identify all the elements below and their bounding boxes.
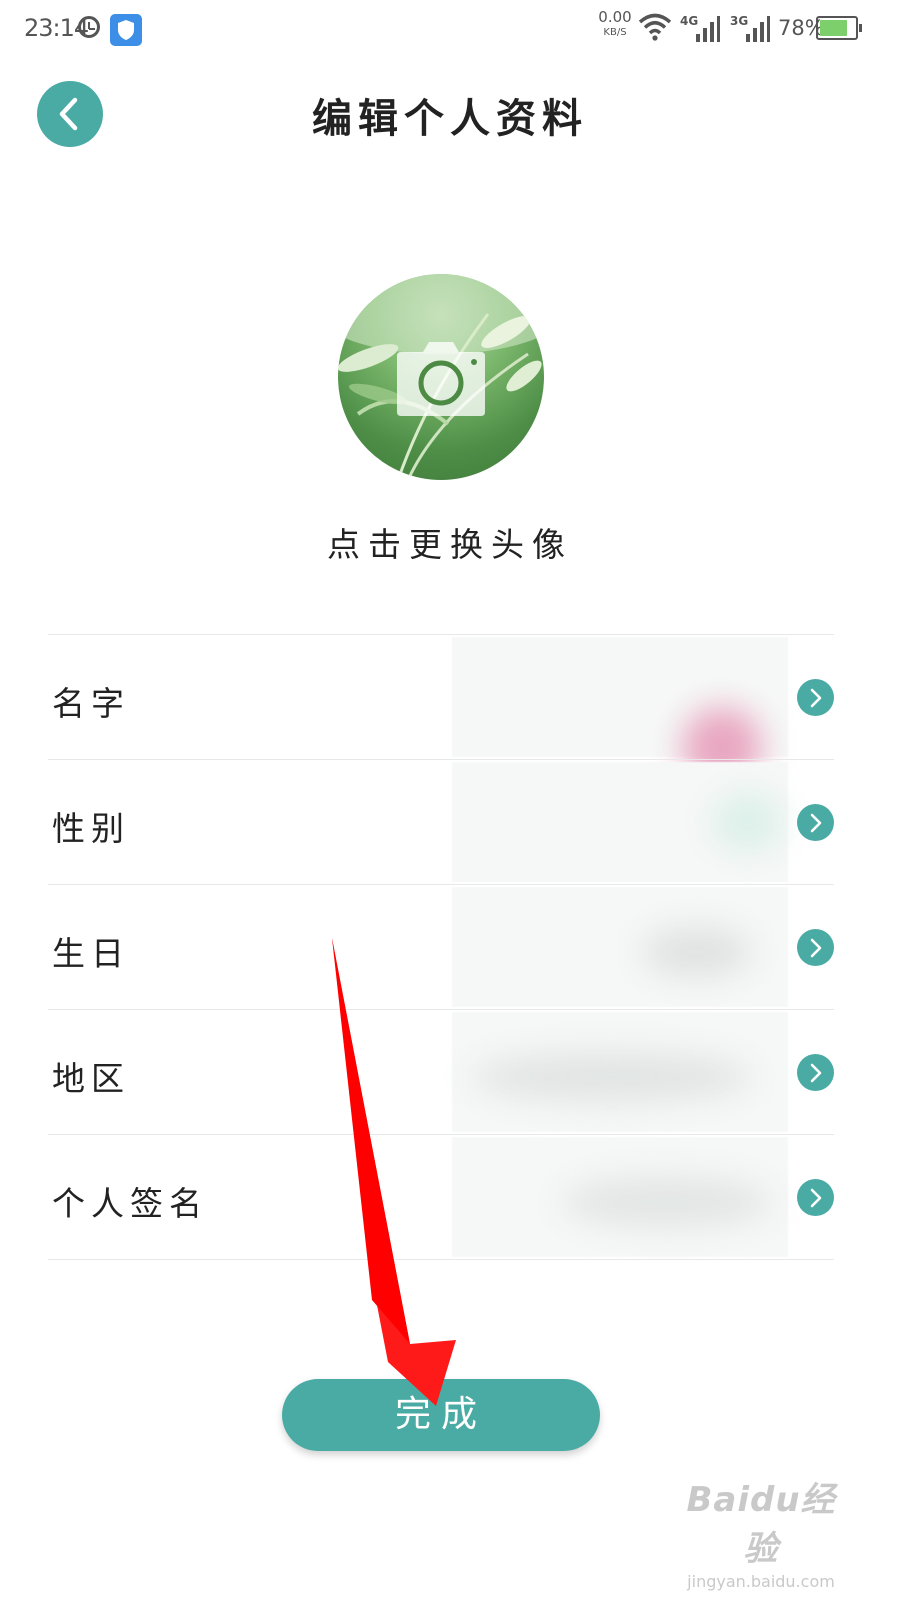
camera-icon — [397, 342, 485, 416]
row-label: 生日 — [52, 934, 130, 973]
row-label: 个人签名 — [52, 1184, 208, 1223]
wifi-icon — [638, 12, 672, 46]
chevron-right-icon[interactable] — [797, 804, 834, 841]
signal-icon: 3G — [730, 12, 770, 48]
page-title: 编辑个人资料 — [312, 96, 588, 142]
chevron-right-icon[interactable] — [797, 679, 834, 716]
shield-icon — [110, 14, 142, 46]
profile-row-birthday[interactable]: 生日 — [48, 884, 834, 1009]
battery-icon — [816, 16, 862, 40]
blurred-value — [452, 887, 788, 1007]
chevron-right-icon[interactable] — [797, 1054, 834, 1091]
done-button[interactable]: 完成 — [282, 1379, 600, 1451]
watermark-logo: Baidu经验 — [686, 1480, 836, 1569]
profile-row-name[interactable]: 名字 — [48, 634, 834, 787]
watermark-url: jingyan.baidu.com — [687, 1572, 835, 1591]
chevron-right-icon[interactable] — [797, 929, 834, 966]
blurred-value — [452, 762, 788, 882]
blurred-value — [452, 1012, 788, 1132]
row-label: 名字 — [52, 684, 130, 723]
blurred-value — [452, 637, 788, 787]
profile-row-region[interactable]: 地区 — [48, 1009, 834, 1134]
signal-icon: 4G — [680, 12, 720, 48]
battery-fill — [820, 20, 847, 36]
row-label: 地区 — [52, 1059, 130, 1098]
chevron-right-icon[interactable] — [797, 1179, 834, 1216]
profile-row-gender[interactable]: 性别 — [48, 759, 834, 884]
profile-field-list: 名字 性别 生日 地区 个人签名 — [48, 634, 834, 1260]
network-speed: 0.00 KB/S — [598, 8, 632, 38]
blurred-value — [452, 1137, 788, 1257]
profile-row-signature[interactable]: 个人签名 — [48, 1134, 834, 1260]
watermark: Baidu经验 jingyan.baidu.com — [676, 1472, 846, 1591]
status-bar: 23:14 0.00 KB/S 4G 3G 78% — [0, 0, 900, 62]
change-avatar-link[interactable]: 点击更换头像 — [0, 518, 900, 566]
alarm-icon — [78, 16, 100, 38]
row-label: 性别 — [52, 809, 130, 848]
